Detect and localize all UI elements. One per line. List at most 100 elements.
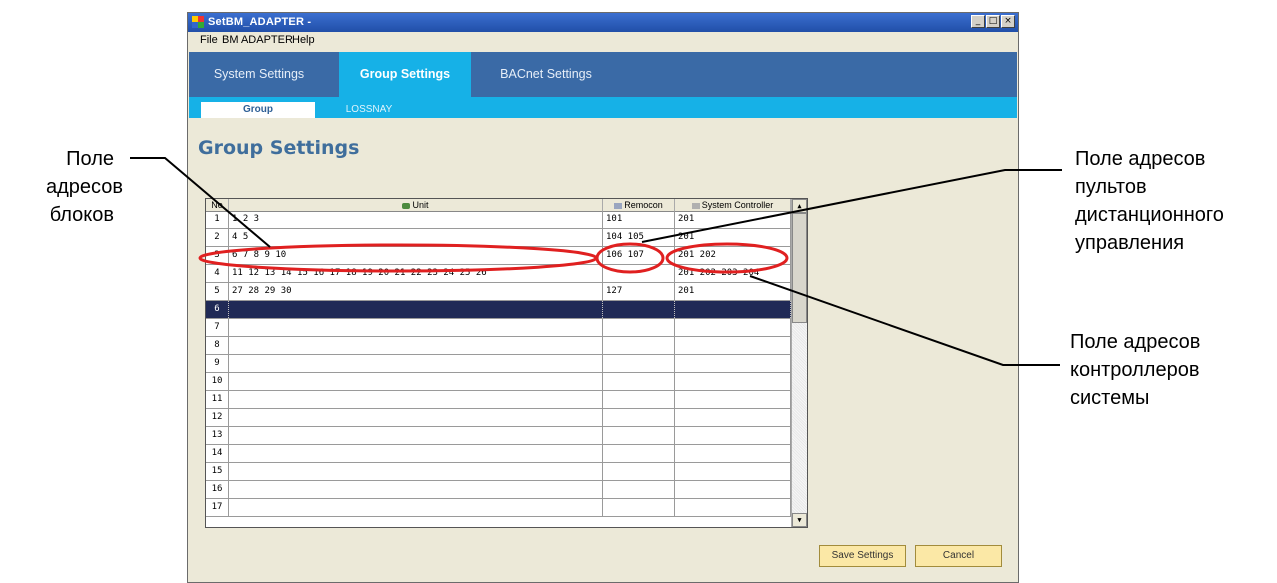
minimize-button[interactable]: _ bbox=[971, 15, 985, 28]
table-row[interactable]: 6 bbox=[206, 301, 791, 319]
system-controller-address-cell[interactable]: 201 bbox=[675, 229, 791, 246]
remocon-field-callout: Поле адресов пультов дистанционного упра… bbox=[1075, 145, 1224, 257]
remocon-address-cell[interactable] bbox=[603, 481, 675, 498]
system-controller-address-cell[interactable]: 201 bbox=[675, 283, 791, 300]
unit-address-cell[interactable] bbox=[229, 301, 603, 318]
tab-bacnet-settings[interactable]: BACnet Settings bbox=[475, 52, 617, 97]
remocon-address-cell[interactable]: 127 bbox=[603, 283, 675, 300]
system-controller-address-cell[interactable] bbox=[675, 373, 791, 390]
remocon-address-cell[interactable]: 101 bbox=[603, 211, 675, 228]
row-number-cell: 3 bbox=[206, 247, 229, 264]
unit-address-cell[interactable] bbox=[229, 481, 603, 498]
system-controller-address-cell[interactable] bbox=[675, 445, 791, 462]
header-unit[interactable]: Unit bbox=[229, 199, 603, 211]
remocon-address-cell[interactable] bbox=[603, 373, 675, 390]
table-row[interactable]: 16 bbox=[206, 481, 791, 499]
system-controller-address-cell[interactable] bbox=[675, 301, 791, 318]
system-controller-address-cell[interactable]: 201 202 203 204 bbox=[675, 265, 791, 282]
unit-address-cell[interactable]: 6 7 8 9 10 bbox=[229, 247, 603, 264]
table-row[interactable]: 7 bbox=[206, 319, 791, 337]
unit-address-cell[interactable] bbox=[229, 337, 603, 354]
remocon-address-cell[interactable]: 104 105 bbox=[603, 229, 675, 246]
unit-address-cell[interactable] bbox=[229, 445, 603, 462]
remocon-address-cell[interactable] bbox=[603, 337, 675, 354]
menu-bm-adapter[interactable]: BM ADAPTER bbox=[222, 34, 293, 46]
system-controller-address-cell[interactable] bbox=[675, 481, 791, 498]
table-row[interactable]: 13 bbox=[206, 427, 791, 445]
table-row[interactable]: 8 bbox=[206, 337, 791, 355]
scroll-thumb[interactable] bbox=[792, 213, 807, 323]
unit-address-cell[interactable]: 27 28 29 30 bbox=[229, 283, 603, 300]
menu-help[interactable]: Help bbox=[292, 34, 315, 46]
remocon-address-cell[interactable]: 106 107 bbox=[603, 247, 675, 264]
unit-address-cell[interactable] bbox=[229, 391, 603, 408]
tab-group-settings[interactable]: Group Settings bbox=[339, 52, 471, 97]
remocon-address-cell[interactable] bbox=[603, 409, 675, 426]
system-controller-address-cell[interactable] bbox=[675, 409, 791, 426]
tab-system-settings[interactable]: System Settings bbox=[189, 52, 329, 97]
unit-address-cell[interactable] bbox=[229, 499, 603, 516]
system-controller-address-cell[interactable]: 201 bbox=[675, 211, 791, 228]
system-controller-address-cell[interactable] bbox=[675, 427, 791, 444]
system-controller-address-cell[interactable] bbox=[675, 463, 791, 480]
vertical-scrollbar[interactable]: ▲ ▼ bbox=[791, 199, 807, 527]
title-bar[interactable]: SetBM_ADAPTER - _ □ × bbox=[188, 13, 1018, 32]
table-row[interactable]: 11 2 3 101 201 bbox=[206, 211, 791, 229]
unit-address-cell[interactable] bbox=[229, 373, 603, 390]
table-row[interactable]: 15 bbox=[206, 463, 791, 481]
remocon-address-cell[interactable] bbox=[603, 355, 675, 372]
table-row[interactable]: 14 bbox=[206, 445, 791, 463]
table-row[interactable]: 11 bbox=[206, 391, 791, 409]
unit-address-cell[interactable]: 4 5 bbox=[229, 229, 603, 246]
system-controller-address-cell[interactable] bbox=[675, 355, 791, 372]
remocon-address-cell[interactable] bbox=[603, 391, 675, 408]
remocon-address-cell[interactable] bbox=[603, 265, 675, 282]
remocon-address-cell[interactable] bbox=[603, 445, 675, 462]
table-row[interactable]: 5 27 28 29 30 127 201 bbox=[206, 283, 791, 301]
unit-address-cell[interactable] bbox=[229, 463, 603, 480]
header-no[interactable]: No bbox=[206, 199, 229, 211]
remocon-address-cell[interactable] bbox=[603, 427, 675, 444]
table-row[interactable]: 9 bbox=[206, 355, 791, 373]
remocon-address-cell[interactable] bbox=[603, 499, 675, 516]
subtab-group[interactable]: Group bbox=[201, 102, 315, 118]
close-button[interactable]: × bbox=[1001, 15, 1015, 28]
unit-address-cell[interactable] bbox=[229, 355, 603, 372]
row-number-cell: 14 bbox=[206, 445, 229, 462]
system-controller-address-cell[interactable] bbox=[675, 337, 791, 354]
maximize-button[interactable]: □ bbox=[986, 15, 1000, 28]
system-controller-address-cell[interactable] bbox=[675, 499, 791, 516]
scroll-up-icon[interactable]: ▲ bbox=[792, 199, 807, 213]
cancel-button[interactable]: Cancel bbox=[915, 545, 1002, 567]
system-controller-address-cell[interactable] bbox=[675, 391, 791, 408]
table-row[interactable]: 17 bbox=[206, 499, 791, 517]
system-controller-address-cell[interactable]: 201 202 bbox=[675, 247, 791, 264]
unit-address-cell[interactable]: 11 12 13 14 15 16 17 18 19 20 21 22 23 2… bbox=[229, 265, 603, 282]
unit-address-cell[interactable]: 1 2 3 bbox=[229, 211, 603, 228]
unit-address-cell[interactable] bbox=[229, 427, 603, 444]
unit-address-cell[interactable] bbox=[229, 319, 603, 336]
header-remocon[interactable]: Remocon bbox=[603, 199, 675, 211]
table-row[interactable]: 4 11 12 13 14 15 16 17 18 19 20 21 22 23 … bbox=[206, 265, 791, 283]
scroll-down-icon[interactable]: ▼ bbox=[792, 513, 807, 527]
remocon-address-cell[interactable] bbox=[603, 319, 675, 336]
header-system-controller[interactable]: System Controller bbox=[675, 199, 791, 211]
table-row[interactable]: 10 bbox=[206, 373, 791, 391]
header-unit-label: Unit bbox=[412, 200, 429, 210]
remocon-address-cell[interactable] bbox=[603, 301, 675, 318]
table-row[interactable]: 36 7 8 9 10 106 107 201 202 bbox=[206, 247, 791, 265]
remocon-address-cell[interactable] bbox=[603, 463, 675, 480]
row-number-cell: 11 bbox=[206, 391, 229, 408]
table-row[interactable]: 12 bbox=[206, 409, 791, 427]
group-grid[interactable]: No Unit Remocon System Controller 11 2 3… bbox=[205, 198, 808, 528]
table-row[interactable]: 24 5 104 105 201 bbox=[206, 229, 791, 247]
subtab-lossnay[interactable]: LOSSNAY bbox=[329, 102, 409, 118]
unit-address-cell[interactable] bbox=[229, 409, 603, 426]
unit-icon bbox=[402, 202, 411, 209]
header-remocon-label: Remocon bbox=[624, 200, 663, 210]
window-title: SetBM_ADAPTER - bbox=[208, 16, 312, 28]
menu-file[interactable]: File bbox=[200, 34, 218, 46]
row-number-cell: 9 bbox=[206, 355, 229, 372]
save-settings-button[interactable]: Save Settings bbox=[819, 545, 906, 567]
system-controller-address-cell[interactable] bbox=[675, 319, 791, 336]
